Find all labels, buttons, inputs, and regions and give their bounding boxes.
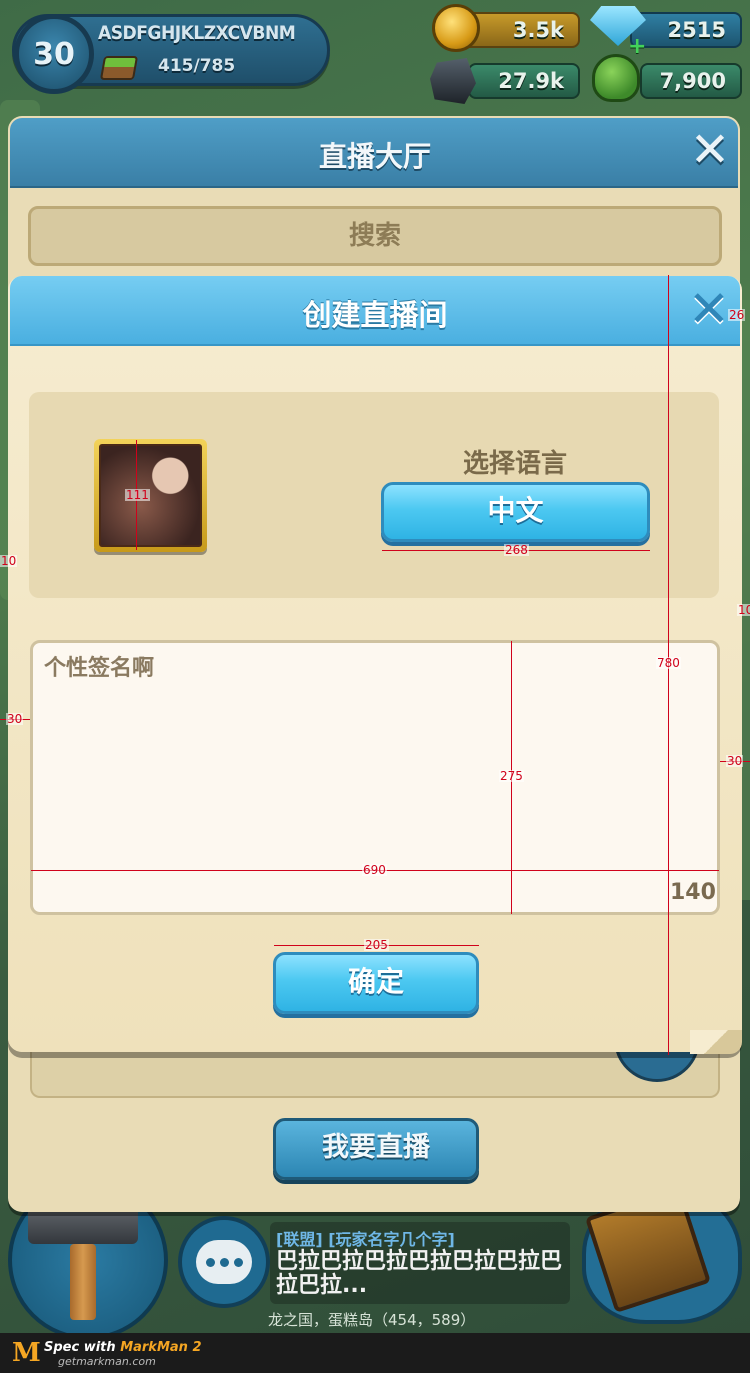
hammer-handle [70,1244,96,1320]
measure-left-margin: 30 [6,712,24,726]
measure-avatar-size: 111 [125,488,150,502]
player-name: ASDFGHJKLZXCVBNM [98,22,296,44]
location-coordinates: 龙之国，蛋糕岛（454，589） [268,1311,476,1329]
coin-icon [432,4,480,52]
close-icon[interactable]: ✕ [686,284,732,334]
measure-left-edge: 10 [0,554,18,568]
dialog-title: 创建直播间 [302,298,448,332]
measure-right-edge: 10 [737,604,750,616]
measure-confirm-width: 205 [364,938,389,952]
level-number: 30 [33,36,75,72]
list-item[interactable] [30,1052,720,1098]
markman-prefix: Spec with [44,1340,121,1355]
measure-signature-width: 690 [362,863,387,877]
markman-url[interactable]: getmarkman.com [58,1355,156,1368]
gold-value: 3.5k [512,18,564,42]
add-gems-icon[interactable]: + [628,34,646,59]
close-icon[interactable]: ✕ [688,126,732,174]
chat-bubble-icon [196,1240,252,1284]
wood-counter[interactable]: 7,900 [640,63,742,99]
measure-signature-height: 275 [499,769,524,783]
signature-placeholder: 个性签名啊 [44,656,155,681]
avatar[interactable] [94,439,207,552]
xp-progress: 415/785 [158,56,236,76]
markman-brand: MarkMan 2 [120,1340,202,1355]
language-select-button[interactable]: 中文 [381,482,650,542]
gem-value: 2515 [667,18,726,42]
wood-value: 7,900 [659,69,726,93]
search-input[interactable]: 搜索 [28,206,722,266]
measure-right-margin: 30 [726,754,744,768]
avatar-image [99,444,202,547]
char-count: 140 [670,880,716,905]
stone-value: 27.9k [498,69,564,93]
chat-channel-tag: [联盟] [玩家名字几个字] [276,1230,455,1249]
markman-caption: Spec with MarkMan 2 [44,1340,202,1355]
stone-counter[interactable]: 27.9k [468,63,580,99]
go-live-button[interactable]: 我要直播 [273,1118,479,1180]
page-curl [690,1030,742,1054]
live-hall-title: 直播大厅 [318,140,431,173]
land-icon [99,56,139,80]
tree-icon [592,54,640,102]
gem-counter[interactable]: 2515 [630,12,742,48]
level-badge: 30 [14,14,94,94]
chat-message: 巴拉巴拉巴拉巴拉巴拉巴拉巴拉巴拉... [276,1249,563,1298]
markman-logo: M [12,1338,41,1368]
language-label: 选择语言 [462,449,567,479]
measure-close-offset: 26 [728,308,746,322]
measure-dialog-height: 780 [656,656,681,670]
confirm-button[interactable]: 确定 [273,952,479,1014]
measure-lang-width: 268 [504,543,529,557]
